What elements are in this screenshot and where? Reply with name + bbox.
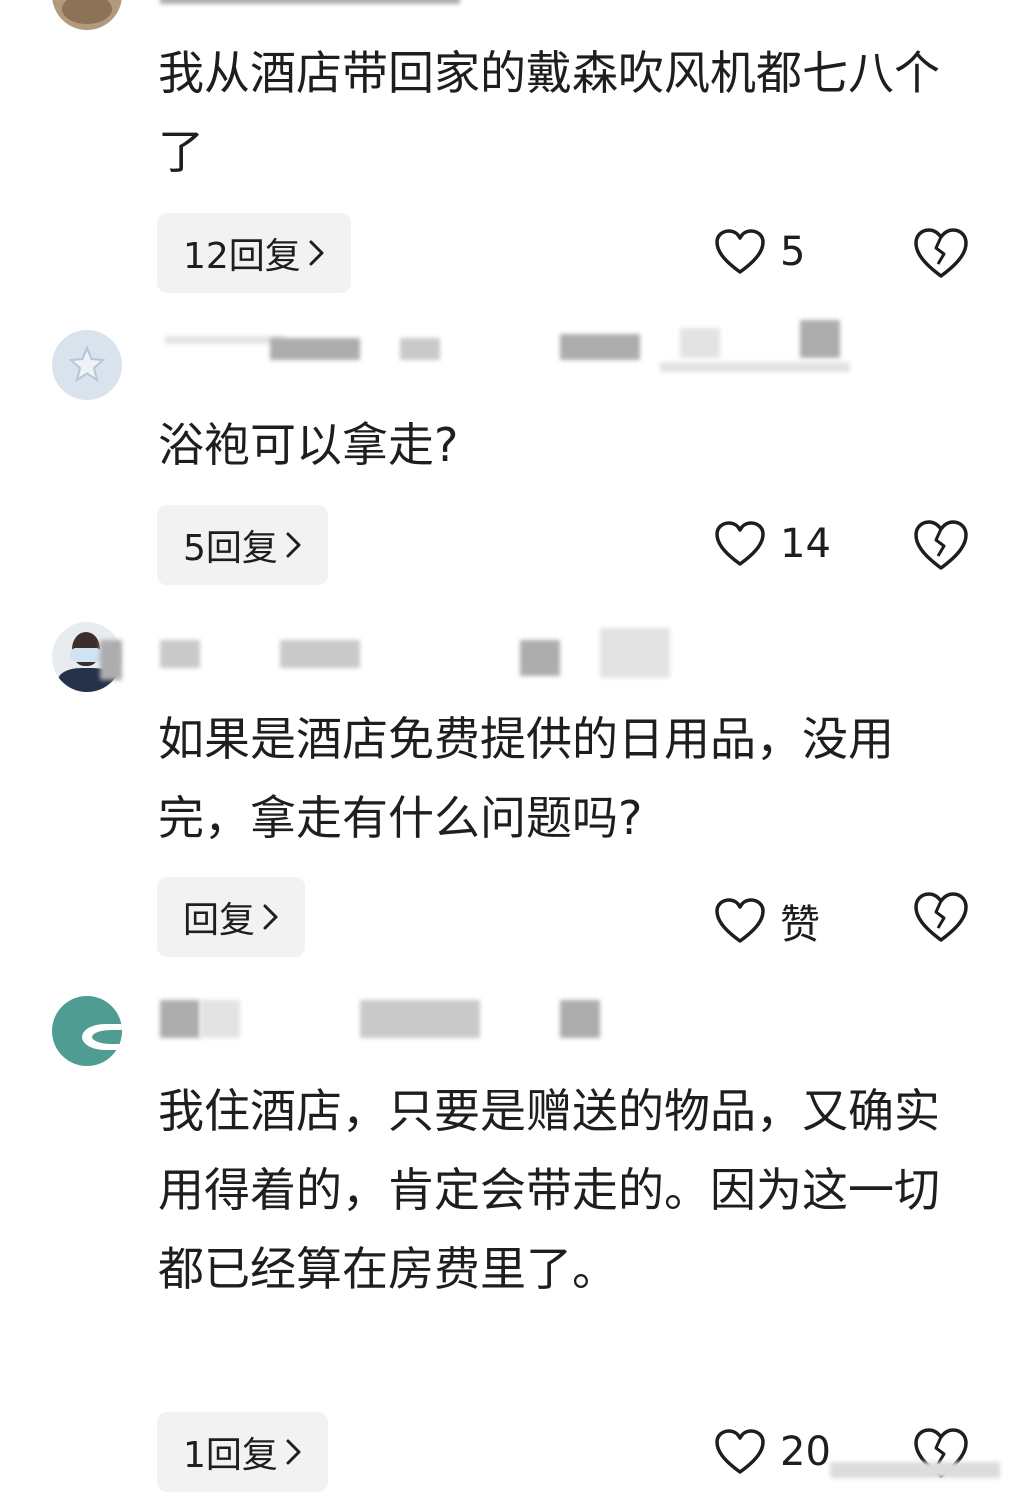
username-blurred — [160, 640, 200, 668]
broken-heart-icon[interactable] — [912, 518, 970, 572]
reply-label: 回复 — [183, 900, 256, 941]
username-blurred — [280, 640, 360, 668]
avatar[interactable] — [52, 330, 122, 400]
broken-heart-icon[interactable] — [912, 890, 970, 944]
username-blurred — [560, 1000, 600, 1038]
heart-outline-icon — [715, 229, 765, 274]
reply-button[interactable]: 回复 — [157, 877, 306, 957]
chevron-right-icon — [263, 904, 278, 930]
reply-label: 1回复 — [183, 1435, 278, 1476]
location-blurred — [660, 362, 850, 372]
username-blurred — [270, 338, 360, 360]
heart-outline-icon — [715, 1429, 765, 1474]
username-blurred — [680, 328, 720, 358]
username-blurred — [520, 640, 560, 676]
reply-label: 5回复 — [183, 528, 278, 569]
like-button[interactable]: 5 — [714, 228, 805, 276]
like-button[interactable]: 20 — [714, 1428, 831, 1476]
like-count: 5 — [780, 229, 806, 275]
avatar[interactable] — [52, 0, 122, 30]
reply-button[interactable]: 5回复 — [157, 505, 328, 585]
like-count: 赞 — [780, 902, 820, 948]
like-button[interactable]: 赞 — [714, 892, 820, 950]
comment-text: 如果是酒店免费提供的日用品，没用完，拿走有什么问题吗? — [158, 712, 894, 845]
like-button[interactable]: 14 — [714, 520, 831, 568]
comment-text: 浴袍可以拿走? — [158, 418, 459, 472]
comment-text: 我住酒店，只要是赠送的物品，又确实用得着的，肯定会带走的。因为这一切都已经算在房… — [158, 1084, 940, 1296]
avatar[interactable] — [52, 996, 122, 1066]
username-blurred — [160, 0, 460, 4]
like-count: 14 — [780, 521, 831, 567]
heart-outline-icon — [715, 898, 765, 943]
broken-heart-icon[interactable] — [912, 226, 970, 280]
username-blurred — [800, 320, 840, 358]
like-count: 20 — [780, 1429, 831, 1475]
heart-outline-icon — [715, 521, 765, 566]
reply-button[interactable]: 1回复 — [157, 1412, 328, 1492]
watermark-blurred — [830, 1462, 1000, 1478]
chevron-right-icon — [309, 240, 324, 266]
username-blurred — [100, 640, 122, 680]
username-blurred — [160, 1000, 200, 1038]
username-blurred — [560, 334, 640, 360]
reply-label: 12回复 — [183, 236, 301, 277]
username-blurred — [165, 336, 285, 344]
reply-button[interactable]: 12回复 — [157, 213, 351, 293]
location-blurred — [600, 628, 670, 678]
comment-text: 我从酒店带回家的戴森吹风机都七八个了 — [158, 46, 940, 179]
username-blurred — [200, 1000, 240, 1038]
chevron-right-icon — [286, 532, 301, 558]
username-blurred — [360, 1000, 480, 1038]
chevron-right-icon — [286, 1439, 301, 1465]
username-blurred — [400, 338, 440, 360]
